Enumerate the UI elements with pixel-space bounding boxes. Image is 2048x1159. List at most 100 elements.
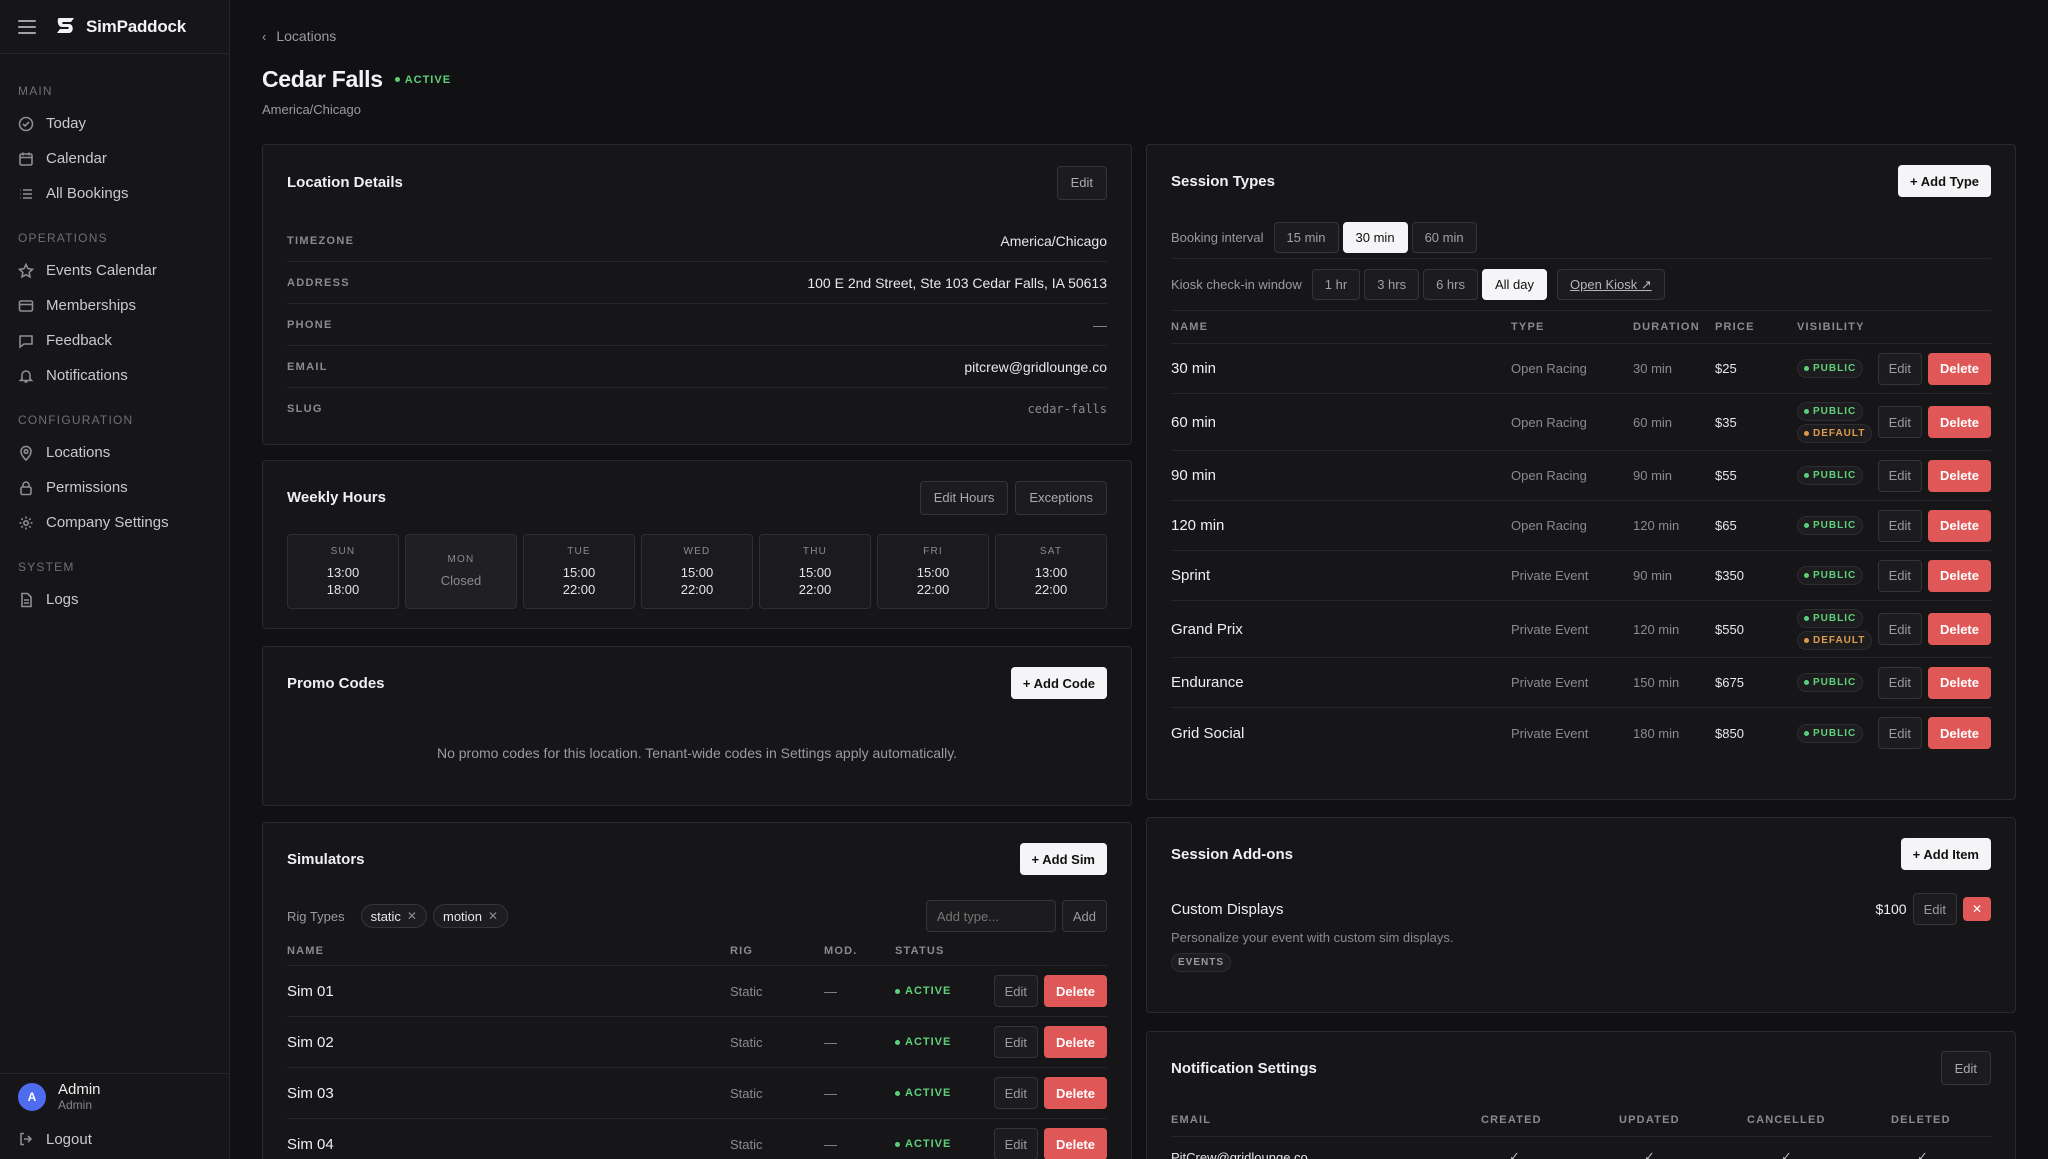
sidebar-item-all-bookings[interactable]: All Bookings (0, 176, 229, 211)
logout-button[interactable]: Logout (0, 1119, 229, 1159)
location-details-card: Location Details Edit TIMEZONE America/Ch… (262, 144, 1132, 445)
addon-tag: EVENTS (1171, 953, 1232, 972)
add-type-button[interactable]: + Add Type (1898, 165, 1991, 197)
edit-session-button[interactable]: Edit (1877, 666, 1922, 699)
brand[interactable]: SimPaddock (54, 15, 186, 39)
add-item-button[interactable]: + Add Item (1900, 838, 1991, 870)
edit-sim-button[interactable]: Edit (993, 1026, 1038, 1058)
rig-chip-static[interactable]: static ✕ (360, 904, 427, 928)
public-badge: PUBLIC (1797, 723, 1864, 743)
simulators-card: Simulators + Add Sim Rig Types static ✕ m… (262, 822, 1132, 1159)
add-rig-type-input[interactable] (925, 900, 1056, 932)
breadcrumb[interactable]: ‹ Locations (262, 28, 336, 44)
edit-sim-button[interactable]: Edit (993, 1077, 1038, 1109)
detail-value: 100 E 2nd Street, Ste 103 Cedar Falls, I… (807, 274, 1107, 291)
sidebar-item-label: All Bookings (46, 185, 129, 202)
session-duration: 90 min (1633, 568, 1673, 583)
col-email: EMAIL (1171, 1114, 1212, 1126)
deleted-check-icon[interactable]: ✓ (1917, 1137, 1928, 1159)
delete-session-button[interactable]: Delete (1927, 613, 1991, 645)
edit-session-button[interactable]: Edit (1877, 406, 1922, 438)
edit-session-button[interactable]: Edit (1877, 717, 1922, 749)
edit-session-button[interactable]: Edit (1877, 559, 1922, 592)
day-close: 22:00 (916, 581, 950, 597)
delete-session-button[interactable]: Delete (1927, 509, 1991, 542)
sidebar-item-today[interactable]: Today (0, 106, 229, 141)
sidebar-item-feedback[interactable]: Feedback (0, 323, 229, 358)
kiosk-3-hrs[interactable]: 3 hrs (1364, 269, 1420, 300)
sim-status: ACTIVE (895, 1119, 951, 1159)
card-icon (18, 299, 34, 312)
col-type: TYPE (1511, 321, 1545, 333)
sidebar-item-logs[interactable]: Logs (0, 582, 229, 617)
cancelled-check-icon[interactable]: ✓ (1781, 1137, 1792, 1159)
delete-sim-button[interactable]: Delete (1043, 1128, 1107, 1159)
sidebar-item-calendar[interactable]: Calendar (0, 141, 229, 176)
delete-session-button[interactable]: Delete (1927, 406, 1991, 438)
interval-30-min[interactable]: 30 min (1342, 222, 1408, 253)
edit-details-button[interactable]: Edit (1056, 165, 1107, 200)
delete-sim-button[interactable]: Delete (1043, 975, 1107, 1007)
exceptions-button[interactable]: Exceptions (1015, 480, 1107, 515)
addon-price: $100 (1875, 901, 1907, 917)
row-actions: Edit Delete (1877, 501, 1991, 550)
edit-hours-button[interactable]: Edit Hours (919, 480, 1009, 515)
remove-chip-icon[interactable]: ✕ (488, 909, 498, 923)
delete-session-button[interactable]: Delete (1927, 666, 1991, 699)
edit-sim-button[interactable]: Edit (993, 1128, 1038, 1159)
session-row: Sprint Private Event 90 min $350 PUBLIC Edit D… (1171, 551, 1991, 601)
day-open: 13:00 (1034, 564, 1068, 580)
edit-session-button[interactable]: Edit (1877, 509, 1922, 542)
delete-session-button[interactable]: Delete (1927, 559, 1991, 592)
user-profile[interactable]: A Admin Admin (0, 1073, 229, 1119)
kiosk-all-day[interactable]: All day (1482, 269, 1548, 300)
session-name: Endurance (1171, 674, 1244, 691)
badge-dot (1804, 615, 1809, 621)
kiosk-6-hrs[interactable]: 6 hrs (1423, 269, 1478, 300)
menu-icon[interactable] (18, 19, 36, 34)
sidebar-item-notifications[interactable]: Notifications (0, 358, 229, 393)
sidebar-item-label: Today (46, 115, 87, 132)
open-kiosk-link[interactable]: Open Kiosk ↗ (1557, 269, 1665, 300)
interval-60-min[interactable]: 60 min (1411, 222, 1477, 253)
breadcrumb-locations[interactable]: Locations (276, 28, 336, 44)
public-badge: PUBLIC (1797, 566, 1864, 585)
edit-session-button[interactable]: Edit (1877, 352, 1922, 385)
edit-session-button[interactable]: Edit (1877, 459, 1922, 492)
session-type: Open Racing (1511, 414, 1587, 430)
sidebar-item-company-settings[interactable]: Company Settings (0, 505, 229, 540)
rig-chip-motion[interactable]: motion ✕ (432, 904, 509, 928)
sidebar-item-locations[interactable]: Locations (0, 435, 229, 470)
sim-name: Sim 02 (287, 1033, 334, 1051)
badge-text: PUBLIC (1813, 470, 1857, 481)
edit-session-button[interactable]: Edit (1877, 613, 1922, 645)
updated-check-icon[interactable]: ✓ (1644, 1137, 1655, 1159)
session-row: Grid Social Private Event 180 min $850 PUBLI… (1171, 708, 1991, 758)
sidebar-item-memberships[interactable]: Memberships (0, 288, 229, 323)
sidebar-item-events-calendar[interactable]: Events Calendar (0, 253, 229, 288)
badge-text: PUBLIC (1813, 520, 1857, 531)
edit-addon-button[interactable]: Edit (1912, 893, 1957, 925)
kiosk-1-hr[interactable]: 1 hr (1311, 269, 1361, 300)
delete-session-button[interactable]: Delete (1927, 459, 1991, 492)
add-code-button[interactable]: + Add Code (1010, 667, 1107, 699)
edit-sim-button[interactable]: Edit (993, 975, 1038, 1007)
delete-session-button[interactable]: Delete (1927, 717, 1991, 749)
day-mon: MON Closed (405, 534, 517, 609)
remove-chip-icon[interactable]: ✕ (407, 909, 417, 923)
day-sun: SUN 13:00 18:00 (287, 534, 399, 609)
session-name: 90 min (1171, 467, 1217, 484)
session-price: $850 (1715, 725, 1744, 741)
created-check-icon[interactable]: ✓ (1509, 1137, 1520, 1159)
delete-sim-button[interactable]: Delete (1043, 1026, 1107, 1058)
delete-session-button[interactable]: Delete (1927, 352, 1991, 385)
session-name: 30 min (1171, 360, 1217, 377)
remove-addon-button[interactable]: ✕ (1963, 897, 1991, 921)
delete-sim-button[interactable]: Delete (1043, 1077, 1107, 1109)
col-cancelled: CANCELLED (1747, 1114, 1826, 1126)
add-sim-button[interactable]: + Add Sim (1019, 843, 1107, 875)
edit-notifications-button[interactable]: Edit (1940, 1051, 1991, 1085)
interval-15-min[interactable]: 15 min (1273, 222, 1339, 253)
add-rig-type-button[interactable]: Add (1061, 900, 1107, 932)
sidebar-item-permissions[interactable]: Permissions (0, 470, 229, 505)
